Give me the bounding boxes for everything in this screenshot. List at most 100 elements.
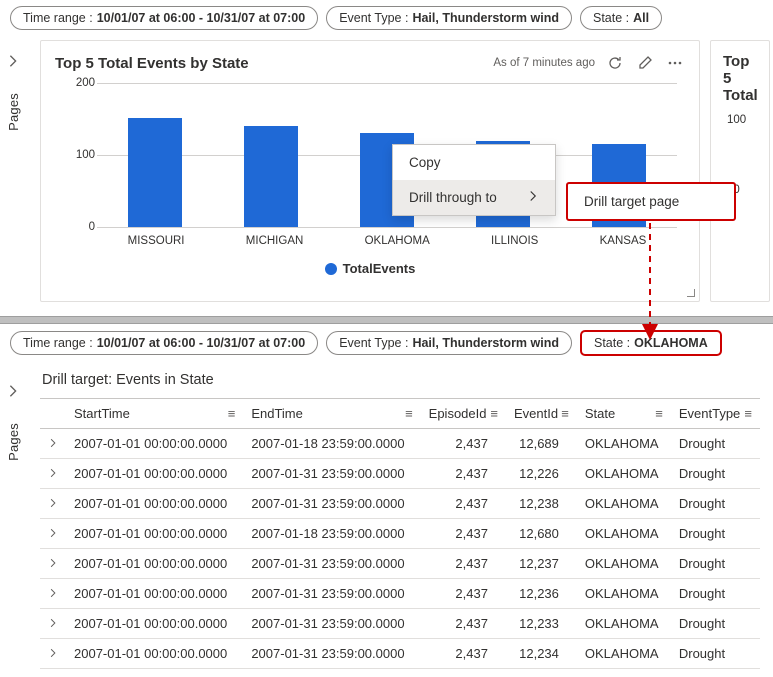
column-menu-icon[interactable]: ≡ bbox=[228, 406, 236, 421]
table-row[interactable]: 2007-01-01 00:00:00.00002007-01-31 23:59… bbox=[40, 489, 760, 519]
filter-label: State : bbox=[594, 336, 630, 350]
filter-event-type[interactable]: Event Type : Hail, Thunderstorm wind bbox=[326, 6, 572, 30]
filter-label: Time range : bbox=[23, 336, 93, 350]
column-header[interactable]: EventType≡ bbox=[671, 399, 760, 429]
table-row[interactable]: 2007-01-01 00:00:00.00002007-01-31 23:59… bbox=[40, 609, 760, 639]
pages-rail[interactable]: Pages bbox=[0, 366, 26, 677]
filter-event-type[interactable]: Event Type : Hail, Thunderstorm wind bbox=[326, 331, 572, 355]
table-row[interactable]: 2007-01-01 00:00:00.00002007-01-31 23:59… bbox=[40, 549, 760, 579]
table-cell: OKLAHOMA bbox=[577, 639, 671, 669]
context-menu-copy[interactable]: Copy bbox=[393, 145, 555, 180]
more-icon[interactable] bbox=[665, 53, 685, 73]
events-table[interactable]: StartTime≡EndTime≡EpisodeId≡EventId≡Stat… bbox=[40, 398, 760, 669]
table-cell: 2007-01-31 23:59:00.0000 bbox=[243, 489, 420, 519]
table-cell: 2007-01-01 00:00:00.0000 bbox=[66, 549, 243, 579]
table-row[interactable]: 2007-01-01 00:00:00.00002007-01-31 23:59… bbox=[40, 639, 760, 669]
table-cell: 12,689 bbox=[506, 429, 577, 459]
tile-header: Top 5 Total Events by State As of 7 minu… bbox=[55, 53, 685, 73]
column-header[interactable]: StartTime≡ bbox=[66, 399, 243, 429]
x-axis-label: ILLINOIS bbox=[491, 235, 538, 247]
table-cell: Drought bbox=[671, 639, 760, 669]
expand-row-icon[interactable] bbox=[40, 579, 66, 609]
filters-bar-top: Time range : 10/01/07 at 06:00 - 10/31/0… bbox=[0, 0, 773, 36]
filter-label: Event Type : bbox=[339, 11, 408, 25]
chart-legend: TotalEvents bbox=[55, 261, 685, 276]
chart-bar[interactable] bbox=[244, 126, 298, 227]
table-cell: OKLAHOMA bbox=[577, 489, 671, 519]
chart-tile[interactable]: Top 5 Total Events by State As of 7 minu… bbox=[40, 40, 700, 302]
context-menu-drill-through[interactable]: Drill through to bbox=[393, 180, 555, 215]
table-cell: 2007-01-01 00:00:00.0000 bbox=[66, 489, 243, 519]
table-cell: 2,437 bbox=[421, 639, 506, 669]
column-menu-icon[interactable]: ≡ bbox=[405, 406, 413, 421]
chart-bar[interactable] bbox=[128, 118, 182, 227]
expand-row-icon[interactable] bbox=[40, 429, 66, 459]
table-cell: Drought bbox=[671, 489, 760, 519]
context-menu: Copy Drill through to bbox=[392, 144, 556, 216]
expand-row-icon[interactable] bbox=[40, 549, 66, 579]
table-cell: 2007-01-18 23:59:00.0000 bbox=[243, 519, 420, 549]
table-cell: 2007-01-31 23:59:00.0000 bbox=[243, 459, 420, 489]
filter-value: 10/01/07 at 06:00 - 10/31/07 at 07:00 bbox=[97, 336, 305, 350]
table-cell: 2007-01-01 00:00:00.0000 bbox=[66, 609, 243, 639]
column-header[interactable]: EpisodeId≡ bbox=[421, 399, 506, 429]
x-axis-label: KANSAS bbox=[600, 235, 647, 247]
table-cell: 12,680 bbox=[506, 519, 577, 549]
refresh-icon[interactable] bbox=[605, 53, 625, 73]
chevron-right-icon[interactable] bbox=[6, 384, 20, 401]
table-cell: Drought bbox=[671, 609, 760, 639]
table-row[interactable]: 2007-01-01 00:00:00.00002007-01-18 23:59… bbox=[40, 519, 760, 549]
table-cell: 2007-01-01 00:00:00.0000 bbox=[66, 639, 243, 669]
pages-rail[interactable]: Pages bbox=[0, 36, 26, 316]
edit-icon[interactable] bbox=[635, 53, 655, 73]
filter-state[interactable]: State : OKLAHOMA bbox=[580, 330, 722, 356]
table-cell: OKLAHOMA bbox=[577, 519, 671, 549]
table-row[interactable]: 2007-01-01 00:00:00.00002007-01-31 23:59… bbox=[40, 459, 760, 489]
table-row[interactable]: 2007-01-01 00:00:00.00002007-01-18 23:59… bbox=[40, 429, 760, 459]
table-row[interactable]: 2007-01-01 00:00:00.00002007-01-31 23:59… bbox=[40, 579, 760, 609]
legend-color-swatch bbox=[325, 263, 337, 275]
x-axis-label: MISSOURI bbox=[128, 235, 185, 247]
column-menu-icon[interactable]: ≡ bbox=[744, 406, 752, 421]
expand-row-icon[interactable] bbox=[40, 519, 66, 549]
filter-time-range[interactable]: Time range : 10/01/07 at 06:00 - 10/31/0… bbox=[10, 6, 318, 30]
bar-chart[interactable]: 0100200MISSOURIMICHIGANOKLAHOMAILLINOISK… bbox=[55, 79, 685, 259]
table-cell: 12,226 bbox=[506, 459, 577, 489]
y-axis-tick: 100 bbox=[55, 149, 95, 161]
resize-handle-icon[interactable] bbox=[683, 285, 695, 297]
column-menu-icon[interactable]: ≡ bbox=[655, 406, 663, 421]
pages-rail-label: Pages bbox=[6, 423, 21, 461]
chevron-right-icon bbox=[527, 190, 539, 205]
context-submenu-drill-target[interactable]: Drill target page bbox=[566, 182, 736, 221]
table-cell: 12,233 bbox=[506, 609, 577, 639]
table-cell: OKLAHOMA bbox=[577, 579, 671, 609]
section-divider bbox=[0, 316, 773, 324]
filter-value: OKLAHOMA bbox=[634, 336, 708, 350]
filter-state[interactable]: State : All bbox=[580, 6, 662, 30]
filter-value: 10/01/07 at 06:00 - 10/31/07 at 07:00 bbox=[97, 11, 305, 25]
chart-tile-clipped[interactable]: Top 5 Total 50100 bbox=[710, 40, 770, 302]
table-cell: 2007-01-01 00:00:00.0000 bbox=[66, 459, 243, 489]
expand-row-icon[interactable] bbox=[40, 639, 66, 669]
column-header[interactable]: EndTime≡ bbox=[243, 399, 420, 429]
table-cell: Drought bbox=[671, 519, 760, 549]
table-cell: 2,437 bbox=[421, 609, 506, 639]
menu-item-label: Copy bbox=[409, 155, 441, 170]
expand-row-icon[interactable] bbox=[40, 459, 66, 489]
column-header[interactable]: EventId≡ bbox=[506, 399, 577, 429]
expand-row-icon[interactable] bbox=[40, 489, 66, 519]
filter-label: Time range : bbox=[23, 11, 93, 25]
column-menu-icon[interactable]: ≡ bbox=[490, 406, 498, 421]
table-cell: Drought bbox=[671, 429, 760, 459]
filter-value: Hail, Thunderstorm wind bbox=[412, 11, 559, 25]
filter-time-range[interactable]: Time range : 10/01/07 at 06:00 - 10/31/0… bbox=[10, 331, 318, 355]
chevron-right-icon[interactable] bbox=[6, 54, 20, 71]
filter-value: Hail, Thunderstorm wind bbox=[412, 336, 559, 350]
table-cell: Drought bbox=[671, 579, 760, 609]
drill-section: Time range : 10/01/07 at 06:00 - 10/31/0… bbox=[0, 324, 773, 677]
column-header[interactable]: State≡ bbox=[577, 399, 671, 429]
expand-row-icon[interactable] bbox=[40, 609, 66, 639]
column-menu-icon[interactable]: ≡ bbox=[561, 406, 569, 421]
table-cell: 2007-01-01 00:00:00.0000 bbox=[66, 579, 243, 609]
table-cell: 2007-01-31 23:59:00.0000 bbox=[243, 579, 420, 609]
